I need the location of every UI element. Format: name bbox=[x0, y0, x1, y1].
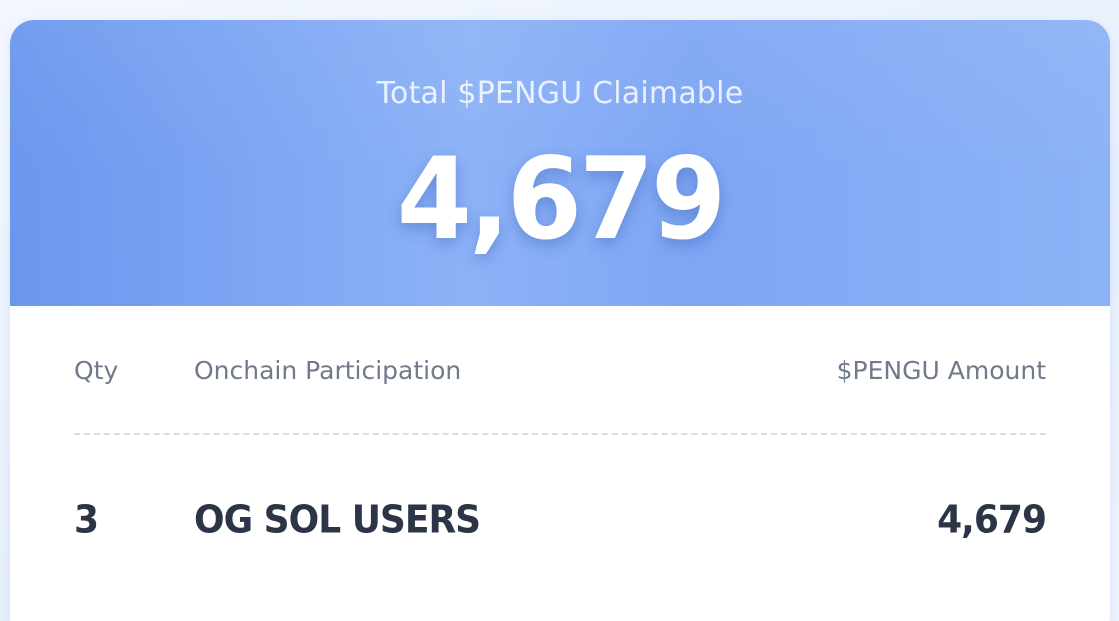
total-claimable-label: Total $PENGU Claimable bbox=[376, 76, 744, 111]
total-claimable-amount: 4,679 bbox=[396, 133, 727, 266]
claim-summary-card: Total $PENGU Claimable 4,679 Qty Onchain… bbox=[10, 20, 1110, 621]
column-header-participation: Onchain Participation bbox=[194, 356, 462, 385]
row-qty: 3 bbox=[74, 498, 99, 543]
column-header-qty: Qty bbox=[74, 356, 119, 385]
claim-total-header: Total $PENGU Claimable 4,679 bbox=[10, 20, 1110, 306]
table-row: 3 OG SOL USERS 4,679 bbox=[42, 434, 1078, 544]
table-header-row: Qty Onchain Participation $PENGU Amount bbox=[42, 306, 1078, 435]
participation-table: Qty Onchain Participation $PENGU Amount … bbox=[10, 306, 1110, 544]
page-background: Total $PENGU Claimable 4,679 Qty Onchain… bbox=[0, 0, 1119, 621]
row-participation: OG SOL USERS bbox=[194, 498, 481, 543]
row-amount: 4,679 bbox=[937, 498, 1047, 543]
column-header-amount: $PENGU Amount bbox=[836, 356, 1046, 385]
